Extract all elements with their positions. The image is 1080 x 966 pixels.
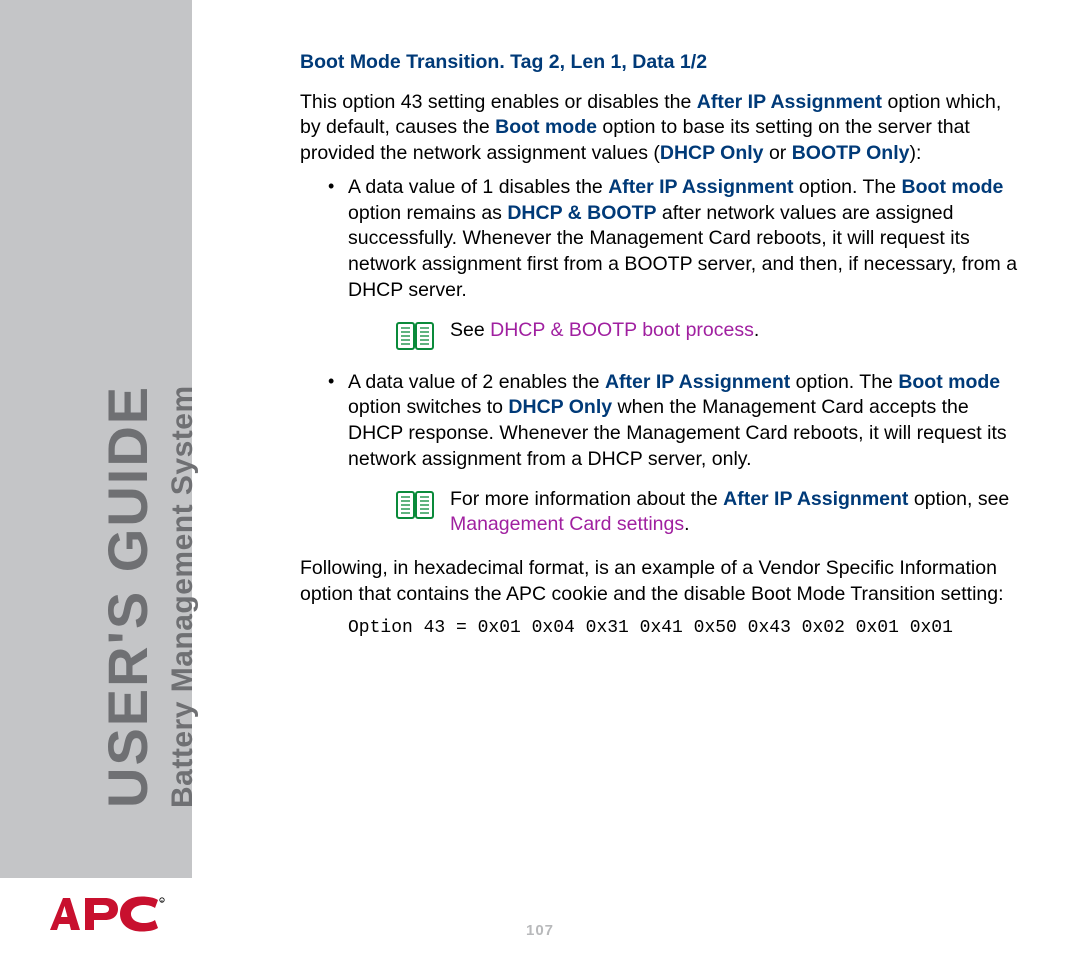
bullet-list: A data value of 1 disables the After IP …	[300, 175, 1020, 538]
reference-note: For more information about the After IP …	[396, 487, 1020, 538]
bold-term: Boot mode	[898, 371, 1000, 393]
cross-reference-link[interactable]: DHCP & BOOTP boot process	[490, 319, 754, 341]
list-item: A data value of 2 enables the After IP A…	[320, 370, 1020, 538]
text: .	[684, 513, 689, 535]
text: option, see	[908, 488, 1009, 510]
bold-term: After IP Assignment	[697, 91, 882, 113]
bold-term: DHCP Only	[508, 396, 612, 418]
sidebar: USER'S GUIDE Battery Management System	[0, 0, 192, 966]
bold-term: DHCP Only	[660, 142, 764, 164]
text: or	[764, 142, 792, 164]
intro-paragraph: This option 43 setting enables or disabl…	[300, 90, 1020, 167]
text: option. The	[793, 176, 901, 198]
main-content: Boot Mode Transition. Tag 2, Len 1, Data…	[300, 50, 1020, 641]
svg-text:R: R	[161, 899, 164, 903]
sidebar-titles: USER'S GUIDE Battery Management System	[0, 220, 192, 820]
closing-paragraph: Following, in hexadecimal format, is an …	[300, 556, 1020, 607]
text: option. The	[790, 371, 898, 393]
book-icon	[396, 320, 434, 352]
section-heading: Boot Mode Transition. Tag 2, Len 1, Data…	[300, 50, 1020, 76]
sidebar-title-main: USER'S GUIDE	[100, 385, 156, 808]
text: This option 43 setting enables or disabl…	[300, 91, 697, 113]
bold-term: DHCP & BOOTP	[507, 202, 656, 224]
cross-reference-link[interactable]: Management Card settings	[450, 513, 684, 535]
text: A data value of 2 enables the	[348, 371, 605, 393]
text: For more information about the	[450, 488, 723, 510]
reference-note: See DHCP & BOOTP boot process.	[396, 318, 1020, 352]
text: A data value of 1 disables the	[348, 176, 608, 198]
page: USER'S GUIDE Battery Management System R…	[0, 0, 1080, 966]
bold-term: Boot mode	[902, 176, 1004, 198]
note-text: See DHCP & BOOTP boot process.	[450, 318, 1020, 344]
bold-term: After IP Assignment	[608, 176, 793, 198]
bold-term: After IP Assignment	[605, 371, 790, 393]
bold-term: Boot mode	[495, 116, 597, 138]
text: ):	[909, 142, 921, 164]
note-text: For more information about the After IP …	[450, 487, 1020, 538]
bold-term: BOOTP Only	[792, 142, 910, 164]
text: option remains as	[348, 202, 507, 224]
text: option switches to	[348, 396, 508, 418]
page-number: 107	[0, 922, 1080, 939]
book-icon	[396, 489, 434, 521]
list-item: A data value of 1 disables the After IP …	[320, 175, 1020, 352]
code-example: Option 43 = 0x01 0x04 0x31 0x41 0x50 0x4…	[348, 617, 1020, 641]
sidebar-title-sub: Battery Management System	[166, 385, 200, 808]
bold-term: After IP Assignment	[723, 488, 908, 510]
text: .	[754, 319, 759, 341]
text: See	[450, 319, 490, 341]
